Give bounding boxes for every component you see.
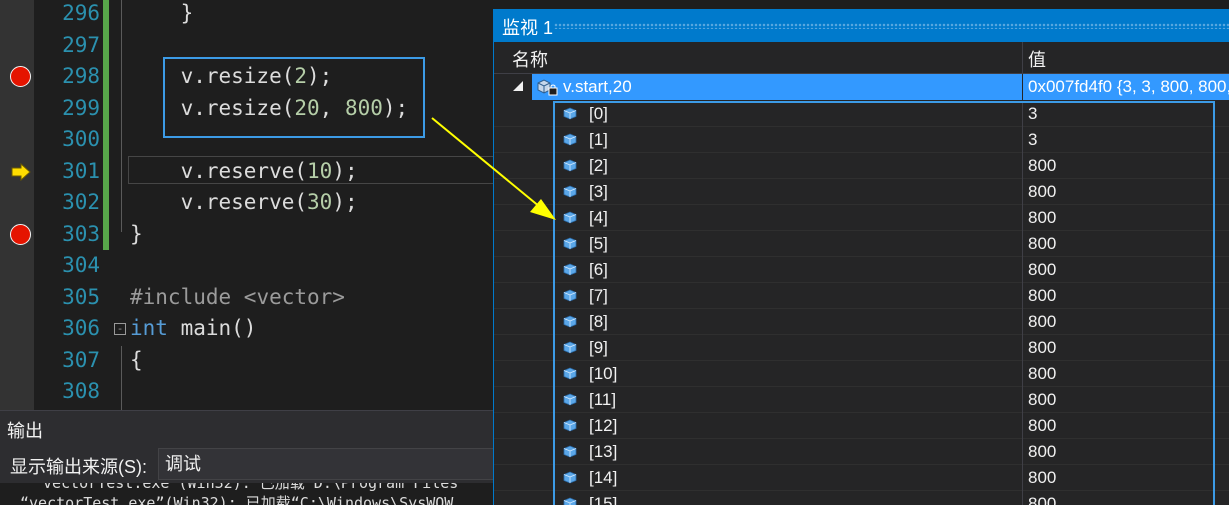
code-line[interactable]: 306 - int main() bbox=[0, 313, 493, 345]
line-number: 296 bbox=[62, 1, 100, 25]
output-title: 输出 bbox=[7, 421, 43, 441]
code-text: v.reserve(10); bbox=[130, 156, 358, 188]
code-text: v.reserve(30); bbox=[130, 187, 358, 219]
code-line[interactable]: 305 #include <vector> bbox=[0, 282, 493, 314]
change-marker bbox=[103, 218, 109, 250]
code-line[interactable]: 303} bbox=[0, 218, 493, 251]
watch-row-parent[interactable]: v.start,20 0x007fd4f0 {3, 3, 800, 800, 8… bbox=[494, 74, 1229, 101]
change-marker bbox=[103, 124, 109, 156]
execution-pointer-icon[interactable] bbox=[11, 162, 31, 181]
code-token: int bbox=[130, 316, 168, 340]
code-token: ); bbox=[332, 190, 358, 214]
line-number: 303 bbox=[62, 221, 100, 246]
code-text: int main() bbox=[130, 313, 256, 345]
code-token: ); bbox=[332, 158, 358, 183]
code-text: } bbox=[130, 0, 194, 30]
code-token: #include bbox=[130, 284, 232, 309]
line-number: 299 bbox=[62, 95, 100, 120]
column-header-name[interactable]: 名称 bbox=[512, 46, 548, 72]
indent-guide bbox=[121, 0, 122, 232]
change-marker bbox=[103, 0, 109, 30]
code-token: { bbox=[130, 347, 143, 372]
column-divider[interactable] bbox=[1022, 42, 1023, 74]
output-header: 输出 bbox=[0, 410, 493, 444]
watch-title-bar[interactable]: 监视 1 bbox=[494, 9, 1229, 42]
code-line[interactable]: 302 v.reserve(30); bbox=[0, 187, 493, 219]
line-number: 300 bbox=[62, 127, 100, 151]
pointer-variable-icon bbox=[537, 79, 558, 96]
collapse-triangle-icon[interactable] bbox=[513, 81, 523, 91]
code-line[interactable]: 301 v.reserve(10); bbox=[0, 155, 493, 188]
code-token: } bbox=[130, 1, 194, 25]
watch-annotation-box bbox=[553, 101, 1215, 505]
watch-value: 0x007fd4f0 {3, 3, 800, 800, 800, 800, 80… bbox=[1028, 77, 1229, 96]
change-marker bbox=[103, 92, 109, 124]
line-number: 301 bbox=[62, 158, 100, 183]
output-toolbar: 显示输出来源(S): 调试 bbox=[0, 443, 493, 483]
line-number: 306 bbox=[62, 316, 100, 340]
output-source-select[interactable]: 调试 bbox=[158, 448, 493, 480]
watch-expression[interactable]: v.start,20 bbox=[563, 77, 632, 97]
code-text: #include <vector> bbox=[130, 282, 345, 314]
code-token: <vector> bbox=[231, 284, 345, 309]
code-line[interactable]: 304 bbox=[0, 250, 493, 282]
line-number: 302 bbox=[62, 190, 100, 214]
watch-title: 监视 1 bbox=[502, 18, 554, 38]
code-text: { bbox=[130, 345, 143, 377]
code-token: main() bbox=[167, 316, 257, 340]
code-editor[interactable]: 296 } 297 298 v.resize(2); 299 v.resize(20,… bbox=[0, 0, 493, 410]
change-marker bbox=[103, 187, 109, 219]
column-header-value[interactable]: 值 bbox=[1028, 46, 1046, 72]
code-line[interactable]: 308 bbox=[0, 376, 493, 408]
line-number: 297 bbox=[62, 32, 100, 57]
line-number: 308 bbox=[62, 379, 100, 403]
line-number: 307 bbox=[62, 347, 100, 372]
line-number: 305 bbox=[62, 284, 100, 309]
output-line: “vectorTest.exe”(Win32): 已加载“C:\Windows\… bbox=[20, 494, 454, 505]
code-line[interactable]: 296 } bbox=[0, 0, 493, 30]
change-marker bbox=[103, 155, 109, 187]
watch-window: 监视 1 名称 值 v.start,20 0x007fd4f0 {3, 3, 8… bbox=[493, 9, 1229, 505]
code-token: } bbox=[130, 221, 143, 246]
breakpoint-icon[interactable] bbox=[10, 66, 31, 87]
output-panel: 输出 显示输出来源(S): 调试 “vectorTest.exe”(Win32)… bbox=[0, 410, 493, 505]
change-marker bbox=[103, 29, 109, 61]
output-text[interactable]: “vectorTest.exe”(Win32): 已加载“D:\Program … bbox=[0, 483, 493, 505]
code-token: v.reserve( bbox=[130, 190, 308, 214]
code-annotation-box bbox=[163, 57, 425, 138]
fold-toggle-icon[interactable]: - bbox=[114, 323, 126, 335]
code-token: v.reserve( bbox=[130, 158, 308, 183]
title-grip bbox=[554, 23, 1229, 29]
breakpoint-icon[interactable] bbox=[10, 223, 31, 245]
watch-column-header: 名称 值 bbox=[494, 42, 1229, 74]
line-number: 298 bbox=[62, 64, 100, 88]
output-source-label: 显示输出来源(S): bbox=[10, 457, 147, 477]
change-marker bbox=[103, 61, 109, 93]
code-token: 30 bbox=[307, 190, 333, 214]
code-text: } bbox=[130, 219, 143, 251]
code-token: 10 bbox=[307, 158, 333, 183]
indent-guide bbox=[121, 346, 122, 410]
code-line[interactable]: 307 { bbox=[0, 345, 493, 377]
line-number: 304 bbox=[62, 253, 100, 277]
